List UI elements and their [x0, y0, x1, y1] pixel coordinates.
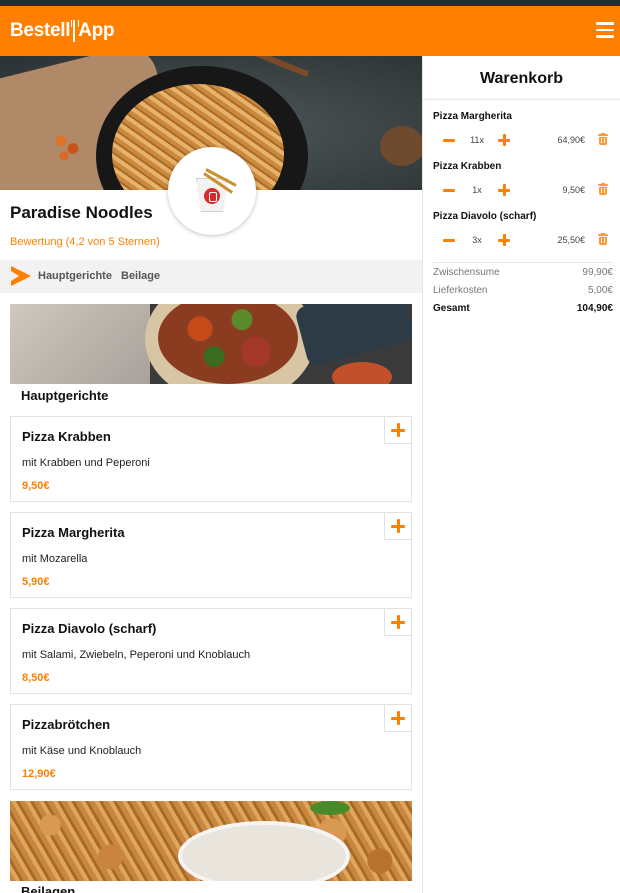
cart-subtotal-row: Zwischensume 99,90€: [433, 267, 613, 281]
section-title-beilagen: Beilagen: [21, 884, 76, 893]
section-image-beilagen: [10, 801, 412, 881]
total-label: Gesamt: [433, 303, 470, 314]
restaurant-logo: [168, 147, 256, 235]
dish-name: Pizza Diavolo (scharf): [22, 621, 157, 636]
add-to-cart-button[interactable]: [384, 705, 411, 732]
add-to-cart-button[interactable]: [384, 513, 411, 540]
cart-item-quantity: 11x: [470, 135, 484, 145]
cart-item-quantity: 1x: [472, 185, 482, 195]
takeout-box-icon: [192, 168, 237, 214]
cart-item-price: 25,50€: [557, 235, 585, 245]
dish-card: Pizzabrötchen mit Käse und Knoblauch 12,…: [10, 704, 412, 790]
increase-quantity-button[interactable]: [497, 183, 511, 197]
dish-card: Pizza Margherita mit Mozarella 5,90€: [10, 512, 412, 598]
category-link-beilage[interactable]: Beilage: [121, 270, 160, 282]
total-value: 104,90€: [576, 303, 613, 314]
dish-description: mit Salami, Zwiebeln, Peperoni und Knobl…: [22, 649, 251, 661]
decrease-quantity-button[interactable]: [443, 139, 455, 142]
trash-icon[interactable]: [598, 233, 608, 245]
delivery-label: Lieferkosten: [433, 285, 488, 296]
cart-item-controls: 3x 25,50€: [433, 233, 613, 247]
dish-card: Pizza Krabben mit Krabben und Peperoni 9…: [10, 416, 412, 502]
subtotal-value: 99,90€: [582, 267, 613, 278]
cart-item-name: Pizza Margherita: [433, 111, 512, 122]
app-logo[interactable]: Bestell App: [10, 20, 115, 42]
cart-title: Warenkorb: [480, 70, 563, 87]
cart-item-name: Pizza Krabben: [433, 161, 502, 172]
delivery-value: 5,00€: [587, 285, 613, 296]
cart-item-price: 64,90€: [557, 135, 585, 145]
arrow-right-icon[interactable]: [11, 266, 31, 286]
dish-name: Pizzabrötchen: [22, 717, 111, 732]
dish-description: mit Käse und Knoblauch: [22, 745, 142, 757]
restaurant-rating: Bewertung (4,2 von 5 Sternen): [10, 236, 160, 248]
category-link-hauptgerichte[interactable]: Hauptgerichte: [38, 270, 112, 282]
cart-delivery-row: Lieferkosten 5,00€: [433, 285, 613, 299]
dish-price: 9,50€: [22, 480, 50, 492]
trash-icon[interactable]: [598, 133, 608, 145]
add-to-cart-button[interactable]: [384, 609, 411, 636]
section-image-hauptgerichte: [10, 304, 412, 384]
dish-description: mit Krabben und Peperoni: [22, 457, 150, 469]
restaurant-name: Paradise Noodles: [10, 203, 153, 222]
add-to-cart-button[interactable]: [384, 417, 411, 444]
dish-price: 8,50€: [22, 672, 50, 684]
plus-icon: [391, 423, 405, 437]
trash-icon[interactable]: [598, 183, 608, 195]
cart-total-row: Gesamt 104,90€: [433, 303, 613, 317]
logo-text-app: App: [78, 20, 115, 41]
plus-icon: [391, 711, 405, 725]
decrease-quantity-button[interactable]: [443, 239, 455, 242]
cart-item-quantity: 3x: [472, 235, 482, 245]
increase-quantity-button[interactable]: [497, 233, 511, 247]
dish-name: Pizza Krabben: [22, 429, 111, 444]
plus-icon: [391, 615, 405, 629]
logo-text-bestell: Bestell: [10, 20, 71, 41]
increase-quantity-button[interactable]: [497, 133, 511, 147]
dish-card: Pizza Diavolo (scharf) mit Salami, Zwieb…: [10, 608, 412, 694]
decrease-quantity-button[interactable]: [443, 189, 455, 192]
cart-divider: [423, 99, 620, 100]
dish-description: mit Mozarella: [22, 553, 88, 565]
cart-item-controls: 11x 64,90€: [433, 133, 613, 147]
dish-name: Pizza Margherita: [22, 525, 125, 540]
cart-item-name: Pizza Diavolo (scharf): [433, 211, 537, 222]
restaurant-content[interactable]: Paradise Noodles Bewertung (4,2 von 5 St…: [0, 56, 422, 893]
plus-icon: [391, 519, 405, 533]
shopping-cart-panel: Warenkorb Pizza Margherita 11x 64,90€ Pi…: [423, 56, 620, 893]
dish-price: 5,90€: [22, 576, 50, 588]
cart-item-controls: 1x 9,50€: [433, 183, 613, 197]
dish-price: 12,90€: [22, 768, 56, 780]
category-nav: Hauptgerichte Beilage: [0, 260, 422, 293]
cart-item-price: 9,50€: [562, 185, 585, 195]
app-header: Bestell App: [0, 6, 620, 56]
subtotal-label: Zwischensume: [433, 267, 500, 278]
fork-icon: [71, 20, 80, 42]
hamburger-menu-icon[interactable]: [596, 22, 614, 38]
cart-summary-divider: [433, 262, 613, 263]
section-title-hauptgerichte: Hauptgerichte: [21, 388, 109, 403]
